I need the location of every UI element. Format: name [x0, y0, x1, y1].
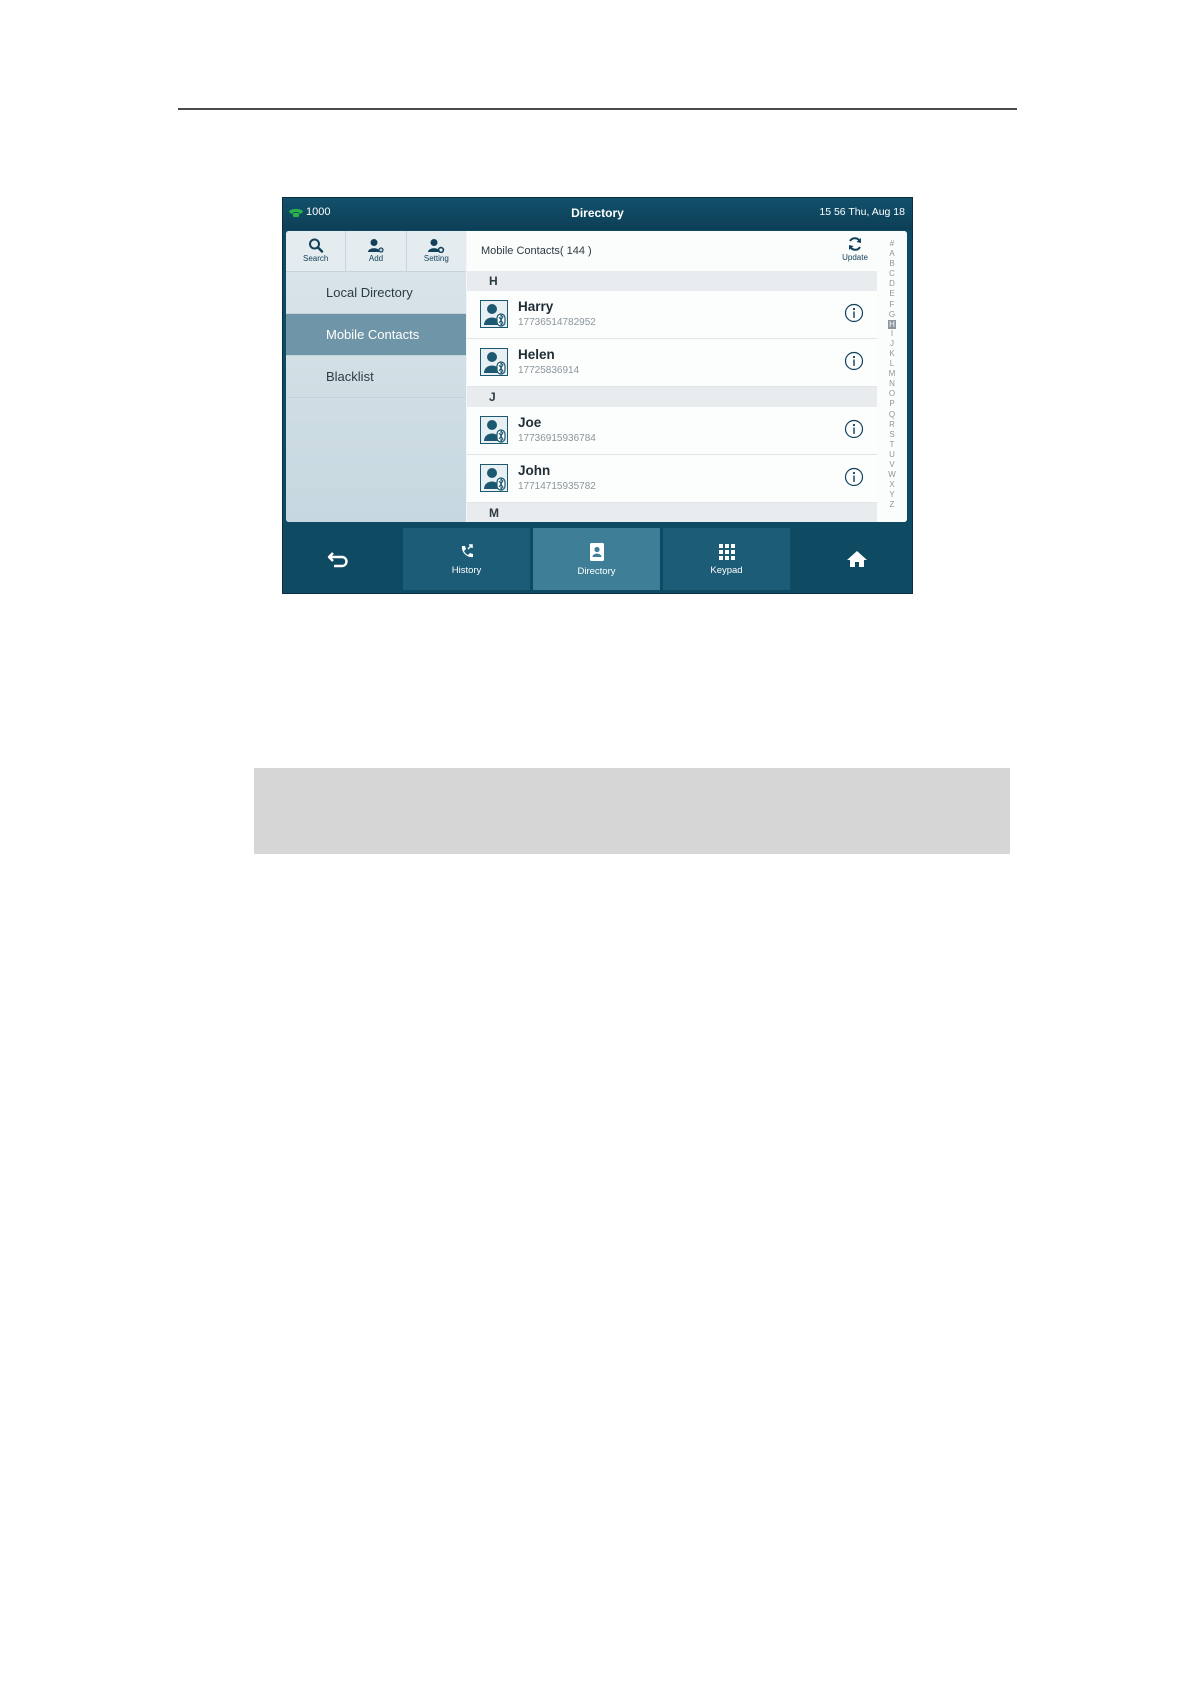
- alphabet-letter[interactable]: A: [889, 249, 894, 259]
- contact-number: 17736514782952: [518, 317, 596, 328]
- bluetooth-contact-avatar: [480, 348, 508, 376]
- contact-list-header: Mobile Contacts( 144 ) Update: [467, 231, 877, 271]
- section-header-m: M: [467, 503, 877, 522]
- info-icon[interactable]: [844, 467, 864, 487]
- alphabet-letter[interactable]: X: [889, 480, 894, 490]
- contact-number: 17714715935782: [518, 481, 596, 492]
- alphabet-letter[interactable]: H: [888, 319, 896, 329]
- alphabet-letter[interactable]: G: [889, 310, 895, 320]
- menu-item-mobile-contacts[interactable]: Mobile Contacts: [286, 314, 466, 356]
- history-phone-icon: [461, 543, 473, 557]
- bluetooth-contact-avatar: [480, 300, 508, 328]
- contact-number: 17725836914: [518, 365, 580, 376]
- contact-list-pane: Mobile Contacts( 144 ) Update H Harry 17…: [467, 231, 907, 522]
- alphabet-letter[interactable]: K: [889, 349, 894, 359]
- page-header-rule: [178, 108, 1017, 110]
- directory-book-icon: [589, 542, 604, 561]
- contact-number: 17736915936784: [518, 433, 596, 444]
- alphabet-letter[interactable]: C: [889, 269, 895, 279]
- sidebar-toolbar: Search Add Setting: [286, 231, 466, 272]
- setting-button[interactable]: Setting: [407, 231, 466, 271]
- contact-row-harry[interactable]: Harry 17736514782952: [467, 291, 877, 339]
- alphabet-letter[interactable]: T: [890, 440, 895, 450]
- bluetooth-contact-avatar: [480, 416, 508, 444]
- contact-row-helen[interactable]: Helen 17725836914: [467, 339, 877, 387]
- contact-name: Joe: [518, 415, 542, 430]
- bluetooth-contact-icon: [484, 304, 506, 327]
- alphabet-index[interactable]: # A B C D E F G H I J K L M N O P Q R S T U V W X Y Z: [877, 239, 907, 519]
- menu-item-blacklist[interactable]: Blacklist: [286, 356, 466, 398]
- alphabet-letter[interactable]: V: [889, 460, 894, 470]
- directory-menu: Local Directory Mobile Contacts Blacklis…: [286, 272, 466, 398]
- tab-history-label: History: [451, 564, 482, 576]
- status-bar: 1000 Directory 15 56 Thu, Aug 18: [283, 198, 912, 230]
- back-arrow-icon: [327, 552, 348, 568]
- contact-setting-icon: [428, 239, 445, 253]
- alphabet-letter[interactable]: D: [889, 279, 895, 289]
- alphabet-letter[interactable]: N: [889, 379, 895, 389]
- alphabet-letter[interactable]: O: [889, 389, 895, 399]
- update-button[interactable]: Update: [835, 236, 875, 262]
- contact-name: Harry: [518, 299, 554, 314]
- bluetooth-contact-icon: [484, 352, 506, 375]
- search-button[interactable]: Search: [286, 231, 347, 271]
- alphabet-letter[interactable]: B: [889, 259, 894, 269]
- section-header-j: J: [467, 387, 877, 407]
- bluetooth-contact-icon: [484, 420, 506, 443]
- add-contact-icon: [367, 239, 384, 253]
- back-button[interactable]: [283, 528, 393, 590]
- tab-history[interactable]: History: [403, 528, 530, 590]
- contact-name: Helen: [518, 347, 555, 362]
- tab-keypad-label: Keypad: [710, 564, 743, 576]
- bluetooth-contact-avatar: [480, 464, 508, 492]
- search-label: Search: [302, 254, 329, 263]
- alphabet-letter[interactable]: R: [889, 420, 895, 430]
- contact-list-title: Mobile Contacts( 144 ): [481, 245, 592, 257]
- keypad-grid-icon: [718, 543, 735, 560]
- alphabet-letter[interactable]: J: [890, 339, 894, 349]
- content-panel: Search Add Setting Local Directory Mobil…: [286, 231, 907, 522]
- search-icon: [308, 238, 323, 253]
- alphabet-letter[interactable]: P: [889, 399, 894, 409]
- tab-directory-label: Directory: [577, 565, 616, 577]
- refresh-icon: [849, 237, 861, 251]
- alphabet-letter[interactable]: S: [889, 430, 894, 440]
- contact-name: John: [518, 463, 551, 478]
- alphabet-letter[interactable]: M: [889, 369, 896, 379]
- home-icon: [847, 551, 867, 567]
- contact-row-joe[interactable]: Joe 17736915936784: [467, 407, 877, 455]
- alphabet-letter[interactable]: I: [891, 329, 893, 339]
- bottom-navbar: History Directory Keypad: [283, 525, 912, 593]
- directory-sidebar: Search Add Setting Local Directory Mobil…: [286, 231, 466, 522]
- note-box: [254, 768, 1010, 854]
- menu-item-local-directory[interactable]: Local Directory: [286, 272, 466, 314]
- status-datetime: 15 56 Thu, Aug 18: [819, 206, 905, 218]
- alphabet-letter[interactable]: Z: [890, 500, 895, 510]
- bluetooth-contact-icon: [484, 468, 506, 491]
- alphabet-letter[interactable]: E: [889, 289, 894, 299]
- alphabet-letter[interactable]: U: [889, 450, 895, 460]
- phone-screen: 1000 Directory 15 56 Thu, Aug 18 Search: [282, 197, 913, 594]
- setting-label: Setting: [423, 254, 449, 263]
- tab-keypad[interactable]: Keypad: [663, 528, 790, 590]
- tab-directory[interactable]: Directory: [533, 528, 660, 590]
- alphabet-letter[interactable]: F: [890, 300, 895, 310]
- info-icon[interactable]: [844, 419, 864, 439]
- alphabet-letter[interactable]: Q: [889, 410, 895, 420]
- alphabet-letter[interactable]: L: [890, 359, 894, 369]
- contact-row-john[interactable]: John 17714715935782: [467, 455, 877, 503]
- info-icon[interactable]: [844, 351, 864, 371]
- info-icon[interactable]: [844, 303, 864, 323]
- screen-title: Directory: [571, 206, 624, 220]
- alphabet-letter[interactable]: #: [890, 239, 894, 249]
- alphabet-letter[interactable]: Y: [889, 490, 894, 500]
- update-label: Update: [842, 253, 868, 262]
- add-label: Add: [368, 254, 384, 263]
- add-contact-button[interactable]: Add: [346, 231, 407, 271]
- home-button[interactable]: [802, 528, 912, 590]
- alphabet-letter[interactable]: W: [888, 470, 896, 480]
- section-header-h: H: [467, 271, 877, 291]
